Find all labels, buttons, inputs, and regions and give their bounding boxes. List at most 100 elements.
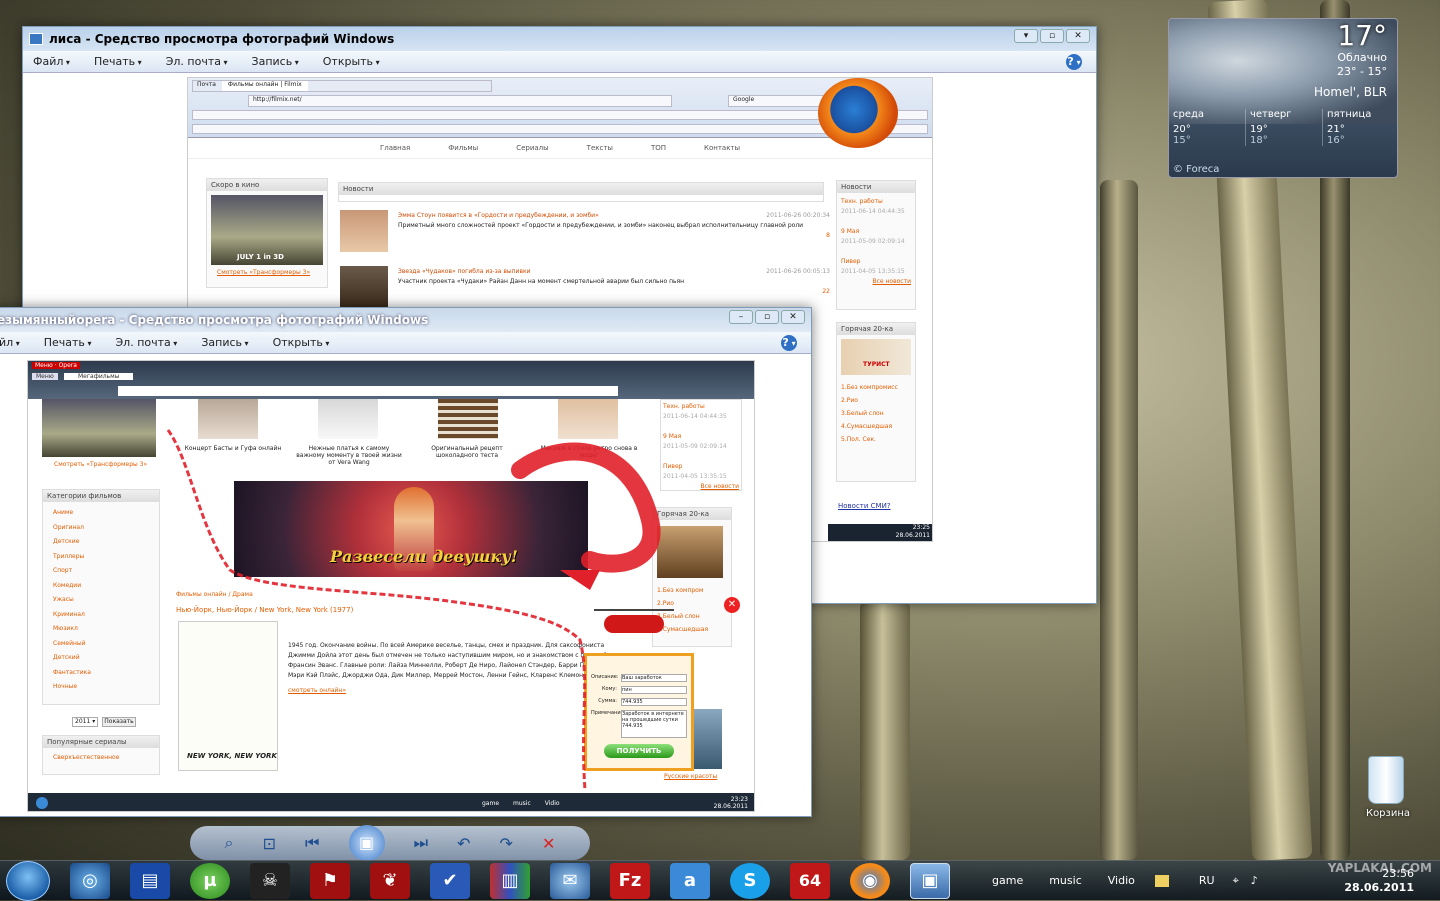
toolbar-music[interactable]: music <box>1049 874 1082 887</box>
watch-link[interactable]: смотреть онлайн» <box>288 687 346 694</box>
actual-size-icon[interactable]: ⊡ <box>263 834 276 853</box>
hot-item-1[interactable]: 1.Без компромисс <box>841 381 898 394</box>
menu-burn[interactable]: Запись <box>201 336 248 349</box>
side2-news-1[interactable]: Техн. работы <box>663 402 739 412</box>
minimize-button[interactable]: ▾ <box>1014 29 1038 43</box>
nav-series[interactable]: Сериалы <box>516 144 548 152</box>
hot2-item-1[interactable]: 1.Без компром <box>657 584 708 597</box>
weather-gadget[interactable]: 17° Облачно 23° - 15° Homel', BLR среда … <box>1168 18 1398 178</box>
popup-to-field[interactable]: пин <box>621 686 687 694</box>
close-button[interactable]: ✕ <box>781 310 805 324</box>
gallery-thumb-4[interactable] <box>558 399 618 439</box>
rocket-icon[interactable]: ⚑ <box>310 862 350 899</box>
mini-task-music[interactable]: music <box>513 800 531 807</box>
category-11[interactable]: Детский <box>53 651 149 666</box>
news-1-title[interactable]: Эмма Стоун появится в «Гордости и предуб… <box>398 212 599 219</box>
nav-texts[interactable]: Тексты <box>587 144 613 152</box>
gallery-thumb-2[interactable] <box>318 399 378 439</box>
app-64-icon[interactable]: 64 <box>790 862 830 899</box>
hot-item-5[interactable]: 5.Пол. Сек. <box>841 433 898 446</box>
news-link[interactable]: Новости СМИ? <box>838 502 891 510</box>
menu-file[interactable]: йл <box>0 336 20 349</box>
menu-print[interactable]: Печать <box>44 336 92 349</box>
browser-tab[interactable]: Почта <box>197 81 216 91</box>
slideshow-icon[interactable]: ▣ <box>348 825 385 861</box>
nav-contacts[interactable]: Контакты <box>704 144 740 152</box>
nav-home[interactable]: Главная <box>380 144 410 152</box>
category-8[interactable]: Криминал <box>53 608 149 623</box>
menu-print[interactable]: Печать <box>94 55 142 68</box>
mini-task-vidio[interactable]: Vidio <box>545 800 560 807</box>
popup-get-button[interactable]: ПОЛУЧИТЬ <box>604 744 674 758</box>
gallery-caption-1[interactable]: Концерт Басты и Гуфа онлайн <box>178 445 288 452</box>
folder-icon[interactable] <box>1154 874 1169 887</box>
gallery-caption-2[interactable]: Нежные платья к самому важному моменту в… <box>294 445 404 466</box>
next-icon[interactable]: ⏭ <box>414 833 428 853</box>
category-4[interactable]: Триллеры <box>53 550 149 565</box>
nav-top[interactable]: ТОП <box>651 144 666 152</box>
news-1-count[interactable]: 8 <box>826 232 830 239</box>
show-button[interactable]: Показать <box>102 717 136 727</box>
transformers-poster-2[interactable] <box>42 399 156 457</box>
previous-icon[interactable]: ⏮ <box>305 833 319 853</box>
utorrent-icon[interactable]: µ <box>190 862 230 899</box>
all-news-link-2[interactable]: Все новости <box>663 482 739 492</box>
gallery-thumb-3[interactable] <box>438 399 498 439</box>
hot-item-2[interactable]: 2.Рио <box>841 394 898 407</box>
cat-mask-icon[interactable]: ☠ <box>250 862 290 899</box>
pouch-icon[interactable]: ❦ <box>370 862 410 899</box>
menu-open[interactable]: Открыть <box>273 336 330 349</box>
category-13[interactable]: Ночные <box>53 680 149 695</box>
network-icon[interactable]: ⌖ <box>1233 874 1239 888</box>
tourist-poster[interactable] <box>841 339 911 375</box>
photo-viewer-taskbar-icon[interactable]: ▣ <box>910 862 950 899</box>
russian-beauty-caption[interactable]: Русские красоты <box>664 773 717 780</box>
media-player-icon[interactable]: ◎ <box>70 862 110 899</box>
category-5[interactable]: Спорт <box>53 564 149 579</box>
delete-icon[interactable]: ✕ <box>542 834 555 853</box>
poster-caption-2[interactable]: Смотреть «Трансформеры 3» <box>54 461 147 468</box>
menu-file[interactable]: Файл <box>33 55 70 68</box>
category-10[interactable]: Семейный <box>53 637 149 652</box>
news-2-count[interactable]: 22 <box>822 288 830 295</box>
help-icon[interactable]: ? <box>1066 53 1082 70</box>
mini-start-icon[interactable] <box>36 797 48 809</box>
russian-beauty-photo[interactable] <box>692 709 722 769</box>
rotate-right-icon[interactable]: ↷ <box>500 834 513 853</box>
side2-news-3[interactable]: Пивер <box>663 462 739 472</box>
text-editor-icon[interactable]: a <box>670 862 710 899</box>
menu-email[interactable]: Эл. почта <box>166 55 228 68</box>
mechanic-poster[interactable] <box>657 526 723 578</box>
gallery-caption-3[interactable]: Оригинальный рецепт шоколадного теста <box>412 445 522 459</box>
ad-close-icon[interactable]: ✕ <box>724 597 740 613</box>
gallery-thumb-1[interactable] <box>198 399 258 439</box>
hot-item-4[interactable]: 4.Сумасшедшая <box>841 420 898 433</box>
window-1-titlebar[interactable]: лиса - Средство просмотра фотографий Win… <box>23 27 1096 51</box>
toolbar-vidio[interactable]: Vidio <box>1108 874 1135 887</box>
menu-open[interactable]: Открыть <box>323 55 380 68</box>
mini-task-game[interactable]: game <box>482 800 499 807</box>
side-news-2[interactable]: 9 Мая <box>841 227 911 237</box>
weather-source[interactable]: © Foreca <box>1173 164 1219 175</box>
breadcrumb[interactable]: Фильмы онлайн / Драма <box>176 591 253 598</box>
maximize-button[interactable]: ▫ <box>755 310 779 324</box>
category-7[interactable]: Ужасы <box>53 593 149 608</box>
browser-tab-active[interactable]: Фильмы онлайн | Filmix <box>221 81 308 91</box>
category-2[interactable]: Оригинал <box>53 521 149 536</box>
soon-caption[interactable]: Смотреть «Трансформеры 3» <box>217 269 310 276</box>
film-poster[interactable]: NEW YORK, NEW YORK <box>178 621 278 771</box>
popup-amount-field[interactable]: 744.935 <box>621 698 687 706</box>
opera-address-bar[interactable] <box>118 386 618 396</box>
mail-icon[interactable]: ✉ <box>550 862 590 899</box>
firefox-icon[interactable]: ◉ <box>850 862 890 899</box>
save-floppy-icon[interactable]: ▤ <box>130 862 170 899</box>
winrar-icon[interactable]: ▥ <box>490 862 530 899</box>
popup-desc-field[interactable]: Ваш заработок <box>621 674 687 682</box>
filezilla-icon[interactable]: Fz <box>610 862 650 899</box>
window-2-titlebar[interactable]: езымянныйopera - Средство просмотра фото… <box>0 308 811 332</box>
minimize-button[interactable]: – <box>729 310 753 324</box>
category-3[interactable]: Детские <box>53 535 149 550</box>
gallery-caption-4[interactable]: Макияж в стиле ретро снова в моде! <box>534 445 644 459</box>
year-select[interactable]: 2011 ▾ <box>72 717 98 727</box>
opera-tab-1[interactable]: Меню <box>32 373 58 380</box>
